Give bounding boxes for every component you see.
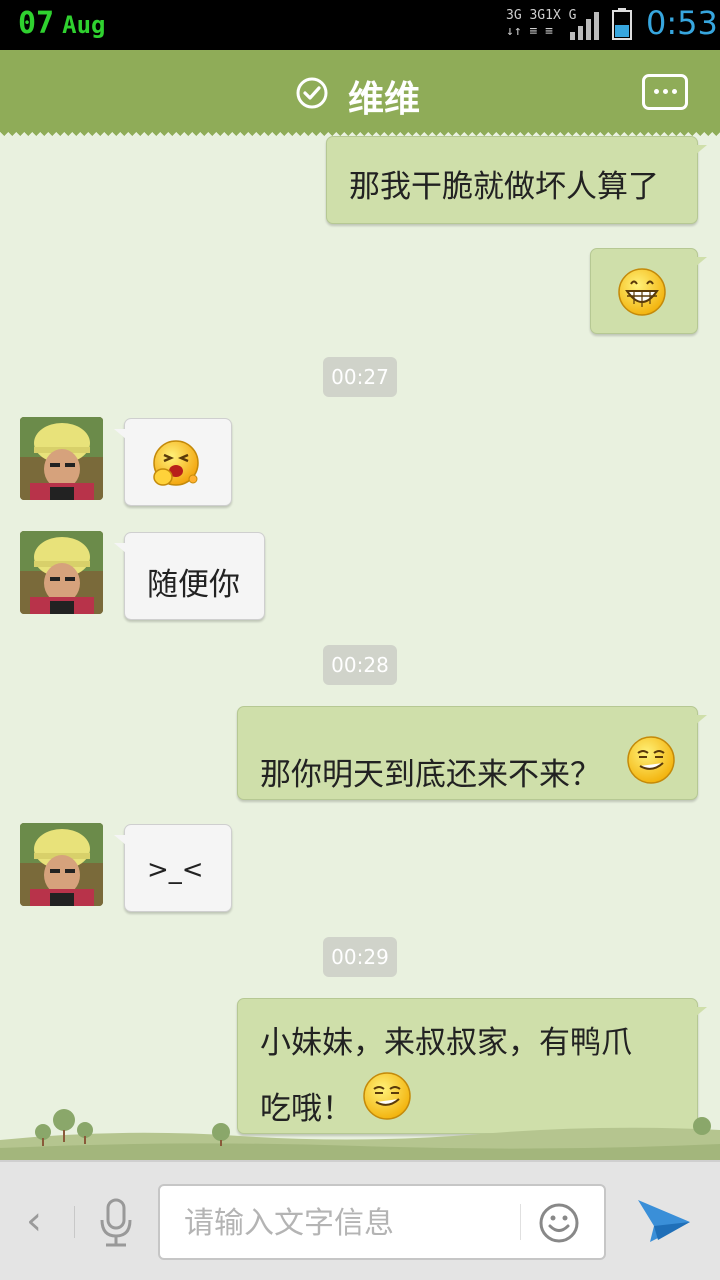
timestamp: 00:28 (323, 645, 397, 685)
net-label-2: 3G (529, 8, 546, 23)
divider (520, 1204, 521, 1240)
back-chevron-icon[interactable]: ‹ (26, 1198, 42, 1244)
more-dots-icon (654, 89, 659, 94)
input-bar: ‹ (0, 1160, 720, 1280)
message-text: 那你明天到底还来不来？ (260, 757, 601, 793)
message-bubble-outgoing[interactable]: 那你明天到底还来不来？ (237, 706, 707, 800)
message-list[interactable]: 那我干脆就做坏人算了 00:27 随便你 00:28 那你明天到底还来不来？ >… (0, 132, 720, 1160)
avatar[interactable] (20, 823, 103, 906)
divider (74, 1206, 75, 1238)
network-indicator: 3G 3G1X G ↓↑ ≡ ≡ (506, 8, 577, 39)
message-text: >_< (147, 855, 204, 885)
avatar[interactable] (20, 417, 103, 500)
status-date: 07 Aug (18, 6, 105, 41)
message-text: 那我干脆就做坏人算了 (349, 169, 659, 205)
message-bubble-incoming[interactable] (114, 418, 232, 506)
emoji-icon[interactable] (538, 1202, 580, 1244)
send-icon[interactable] (636, 1196, 692, 1246)
net-label-1: 3G (506, 8, 522, 23)
avatar-image (20, 531, 103, 614)
message-bubble-incoming[interactable]: 随便你 (114, 532, 265, 620)
microphone-icon[interactable] (96, 1198, 136, 1248)
timestamp: 00:27 (323, 357, 397, 397)
more-dot (663, 89, 668, 94)
message-bubble-outgoing[interactable] (590, 248, 707, 334)
background-scenery (0, 1109, 720, 1160)
grin-icon (618, 268, 666, 316)
message-input[interactable] (182, 1200, 506, 1246)
message-input-field[interactable] (158, 1184, 606, 1260)
status-date-month: Aug (62, 11, 106, 39)
message-bubble-incoming[interactable]: >_< (114, 824, 232, 912)
battery-icon (612, 8, 632, 40)
yawn-icon (153, 440, 199, 486)
status-time: 0:53 (646, 4, 718, 42)
avatar-image (20, 823, 103, 906)
net-label-3: 1X (545, 8, 561, 23)
signal-icon (570, 12, 599, 40)
avatar[interactable] (20, 531, 103, 614)
more-dot (672, 89, 677, 94)
contact-name: 维维 (348, 79, 421, 120)
timestamp: 00:29 (323, 937, 397, 977)
avatar-image (20, 417, 103, 500)
status-date-day: 07 (18, 6, 55, 41)
message-text: 随便你 (147, 567, 240, 603)
more-options-button[interactable] (642, 74, 688, 110)
chat-header: 维维 (0, 50, 720, 140)
status-bar: 07 Aug 3G 3G1X G ↓↑ ≡ ≡ 0:53 (0, 0, 720, 50)
smirk-icon (627, 736, 675, 784)
message-bubble-outgoing[interactable]: 那我干脆就做坏人算了 (326, 136, 707, 224)
check-circle-icon (296, 77, 328, 109)
message-text-line-1: 小妹妹，来叔叔家，有鸭爪 (260, 1025, 632, 1061)
